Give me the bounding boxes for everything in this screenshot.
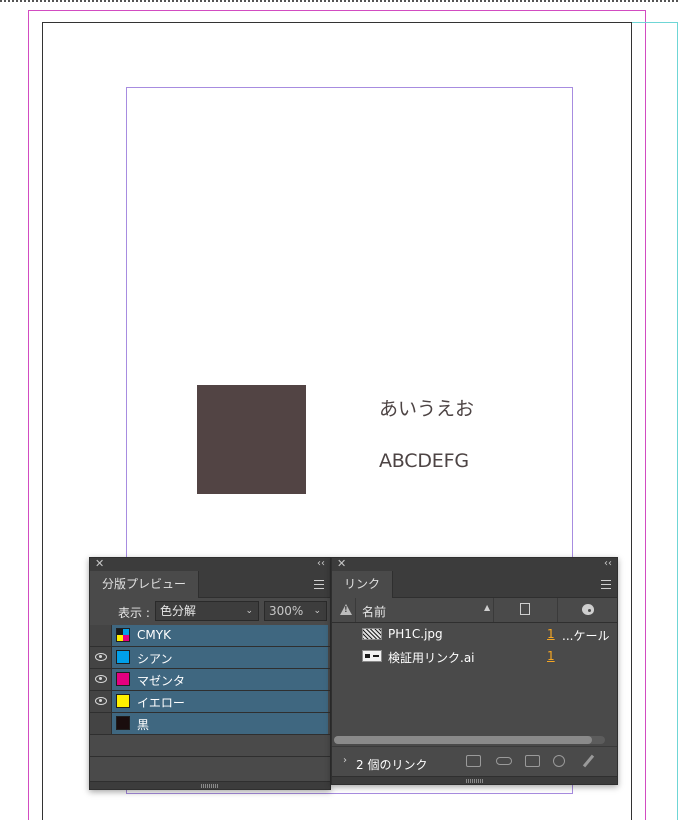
image-thumbnail xyxy=(362,628,382,640)
tab-separations-preview[interactable]: 分版プレビュー xyxy=(90,571,200,598)
text-frame-hiragana[interactable]: あいうえお xyxy=(379,394,474,421)
links-panel: ✕ ‹‹ リンク 名前 ▲ PH1C.jpg 1 ...ケール 検証用リンク.a… xyxy=(331,557,618,785)
chevron-down-icon: ⌄ xyxy=(245,606,253,616)
cyan-swatch-icon xyxy=(116,650,130,664)
close-icon[interactable]: ✕ xyxy=(95,557,104,570)
collapse-icon[interactable]: ‹‹ xyxy=(317,557,325,570)
chevron-down-icon: ⌄ xyxy=(313,606,321,616)
links-column-header: 名前 ▲ xyxy=(332,598,617,623)
visibility-toggle[interactable] xyxy=(90,625,112,646)
page-column-header[interactable] xyxy=(494,598,558,622)
ruler-dotted-line xyxy=(0,0,680,2)
link-page-number[interactable]: 1 xyxy=(547,649,555,663)
visibility-toggle[interactable] xyxy=(90,691,112,712)
eye-icon xyxy=(95,653,107,661)
update-link-icon[interactable] xyxy=(553,755,565,767)
link-row-ph1c[interactable]: PH1C.jpg 1 ...ケール xyxy=(332,623,617,645)
illustrator-thumbnail xyxy=(362,650,382,662)
link-count: 2 個のリンク xyxy=(356,758,428,772)
chevron-right-icon[interactable]: › xyxy=(343,755,347,766)
eye-icon xyxy=(95,697,107,705)
link-scale: ...ケール xyxy=(562,629,610,643)
panel-tabbar: リンク xyxy=(332,571,617,598)
yellow-swatch-icon xyxy=(116,694,130,708)
close-icon[interactable]: ✕ xyxy=(337,557,346,570)
visibility-toggle[interactable] xyxy=(90,713,112,734)
visibility-toggle[interactable] xyxy=(90,647,112,668)
panel-resize-footer[interactable] xyxy=(90,781,330,789)
separation-name: CMYK xyxy=(137,628,171,642)
eye-icon xyxy=(95,675,107,683)
text-frame-latin[interactable]: ABCDEFG xyxy=(379,450,469,472)
panel-tabbar: 分版プレビュー xyxy=(90,571,330,598)
links-footer: › 2 個のリンク xyxy=(332,746,617,776)
panel-menu-icon[interactable] xyxy=(314,580,324,589)
edit-original-pencil-icon[interactable] xyxy=(582,755,594,767)
view-mode-select[interactable]: 色分解 ⌄ xyxy=(155,601,259,621)
brown-rectangle-object[interactable] xyxy=(197,385,306,494)
visibility-toggle[interactable] xyxy=(90,669,112,690)
link-row-verify-ai[interactable]: 検証用リンク.ai 1 xyxy=(332,645,617,667)
link-page-number[interactable]: 1 xyxy=(547,627,555,641)
go-to-link-icon[interactable] xyxy=(525,755,540,767)
separation-row-cyan[interactable]: シアン xyxy=(90,647,330,669)
separation-name: 黒 xyxy=(137,718,150,732)
page-icon xyxy=(520,603,530,615)
name-column-label: 名前 xyxy=(362,605,387,619)
panel-menu-icon[interactable] xyxy=(601,580,611,589)
slug-guide xyxy=(632,22,678,820)
empty-cell xyxy=(90,735,112,756)
separation-row-black[interactable]: 黒 xyxy=(90,713,330,735)
ink-limit-zoom-select[interactable]: 300% ⌄ xyxy=(264,601,327,621)
separation-name: イエロー xyxy=(137,696,185,710)
horizontal-scrollbar[interactable] xyxy=(334,736,605,744)
resize-grip-icon[interactable] xyxy=(465,779,484,783)
collapse-icon[interactable]: ‹‹ xyxy=(604,557,612,570)
separation-body: CMYK xyxy=(112,625,328,646)
separations-preview-panel: ✕ ‹‹ 分版プレビュー 表示 : 色分解 ⌄ 300% ⌄ CMYK シアン … xyxy=(89,557,331,790)
separations-controls: 表示 : 色分解 ⌄ 300% ⌄ xyxy=(90,598,330,625)
color-column-header[interactable] xyxy=(558,598,617,622)
separation-row-magenta[interactable]: マゼンタ xyxy=(90,669,330,691)
separation-name: マゼンタ xyxy=(137,674,186,688)
tab-links[interactable]: リンク xyxy=(332,571,394,598)
panel-resize-footer[interactable] xyxy=(332,776,617,784)
zoom-value: 300% xyxy=(269,604,304,618)
panel-title-strip: ✕ ‹‹ xyxy=(332,557,617,571)
separation-row-empty xyxy=(90,735,330,757)
warning-icon xyxy=(340,604,352,615)
black-swatch-icon xyxy=(116,716,130,730)
view-mode-value: 色分解 xyxy=(160,604,197,618)
link-name: PH1C.jpg xyxy=(388,627,443,641)
separation-body: イエロー xyxy=(112,691,328,712)
cmyk-swatch-icon xyxy=(116,628,130,642)
separation-body: マゼンタ xyxy=(112,669,328,690)
resize-grip-icon[interactable] xyxy=(201,784,219,788)
magenta-swatch-icon xyxy=(116,672,130,686)
palette-icon xyxy=(582,604,594,615)
separation-row-cmyk[interactable]: CMYK xyxy=(90,625,330,647)
link-name: 検証用リンク.ai xyxy=(388,651,475,665)
separation-body: シアン xyxy=(112,647,328,668)
relink-cc-libraries-icon[interactable] xyxy=(466,755,481,767)
chain-link-icon[interactable] xyxy=(496,757,512,765)
separations-list: CMYK シアン マゼンタ イエロー 黒 xyxy=(90,625,330,757)
scrollbar-thumb[interactable] xyxy=(334,736,592,744)
sort-ascending-icon[interactable]: ▲ xyxy=(484,603,490,612)
separation-body: 黒 xyxy=(112,713,328,734)
separation-name: シアン xyxy=(137,652,173,666)
display-label: 表示 : xyxy=(118,606,150,620)
empty-body xyxy=(112,735,328,756)
separation-row-yellow[interactable]: イエロー xyxy=(90,691,330,713)
status-column-header[interactable] xyxy=(332,598,356,622)
panel-title-strip: ✕ ‹‹ xyxy=(90,557,330,571)
